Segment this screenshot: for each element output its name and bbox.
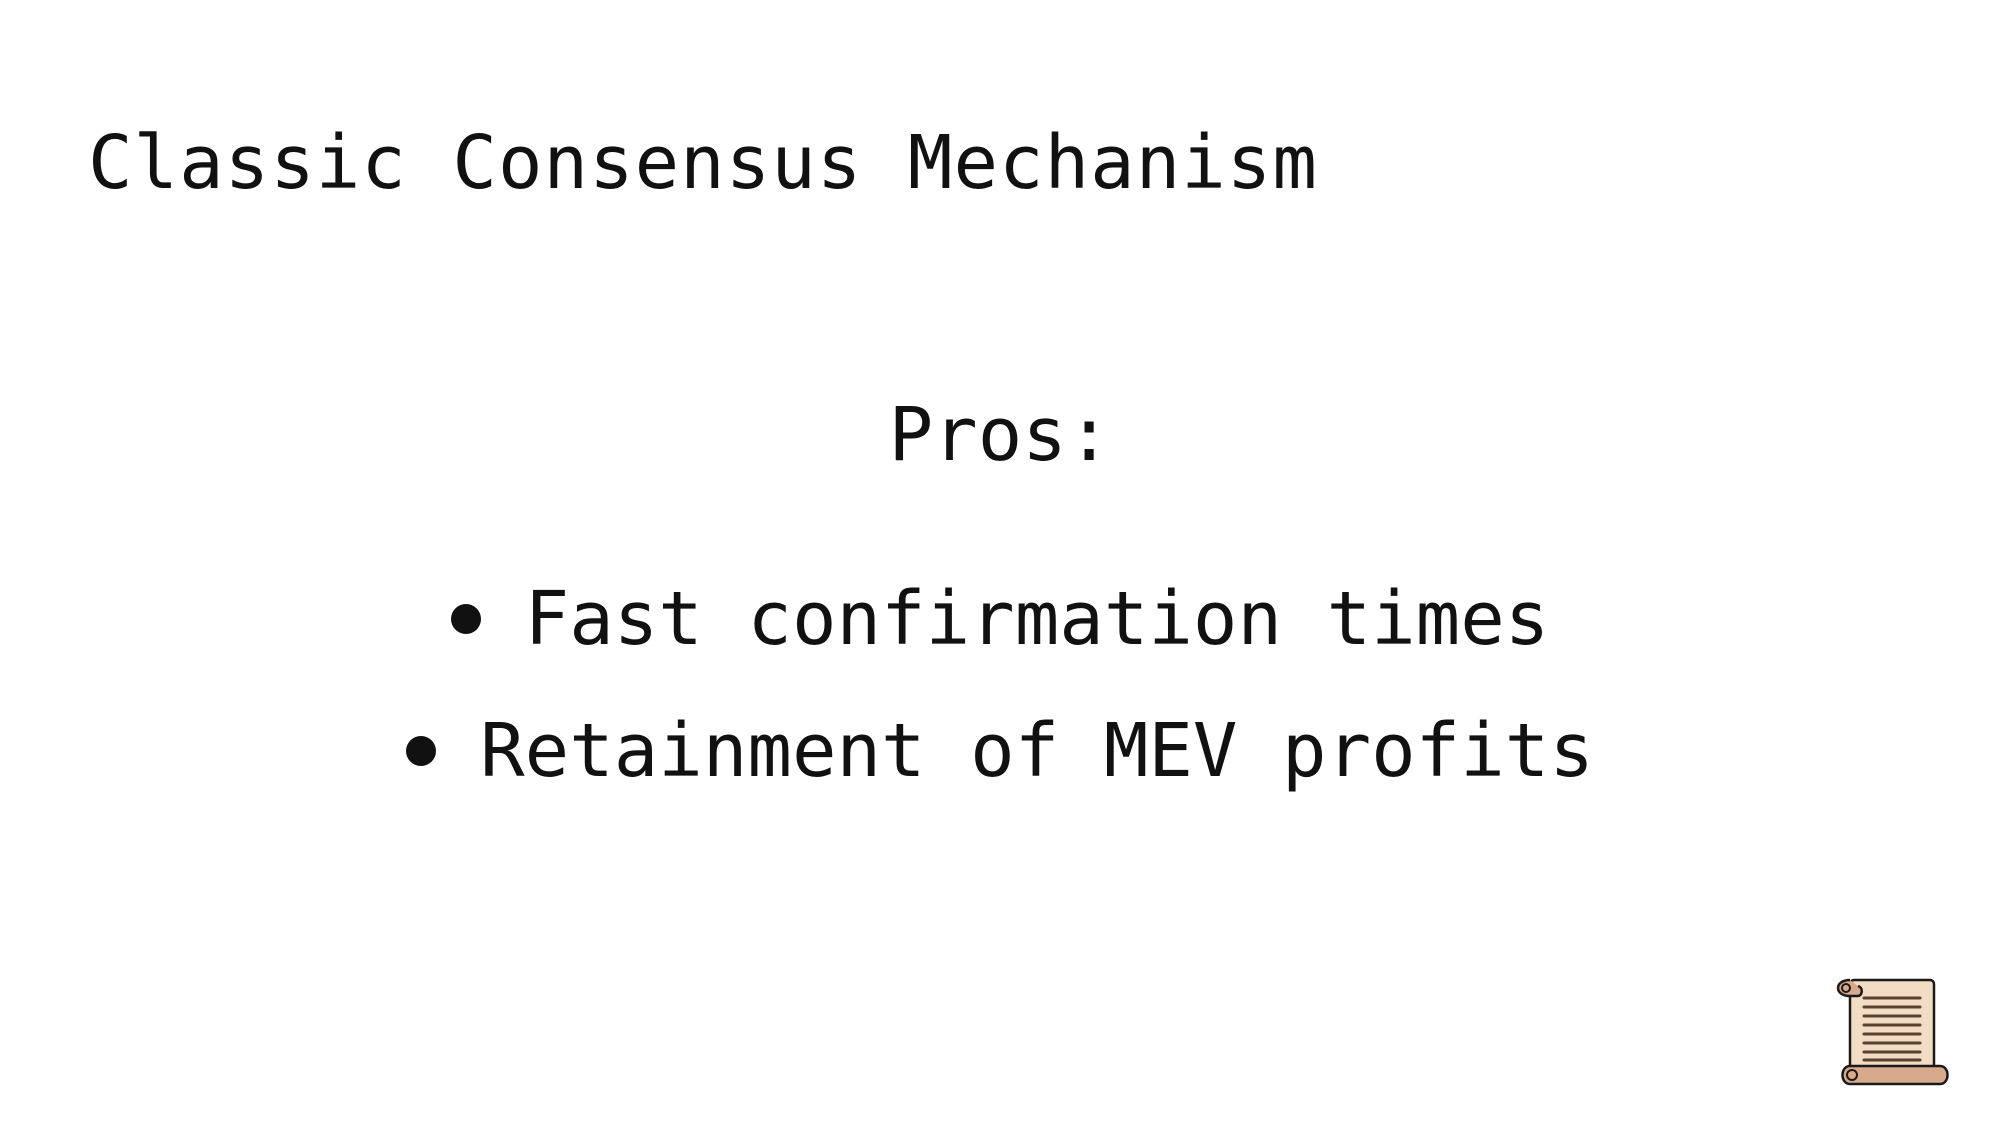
slide: Classic Consensus Mechanism Pros: Fast c… — [0, 0, 2000, 1125]
pros-list: Fast confirmation times Retainment of ME… — [0, 553, 2000, 817]
bullet-dot-icon — [406, 736, 437, 766]
bullet-text: Fast confirmation times — [524, 576, 1550, 662]
slide-title: Classic Consensus Mechanism — [88, 120, 1318, 206]
list-item: Fast confirmation times — [0, 553, 2000, 685]
pros-heading: Pros: — [888, 392, 1112, 478]
bullet-text: Retainment of MEV profits — [480, 708, 1594, 794]
bullet-dot-icon — [450, 604, 481, 634]
scroll-icon — [1836, 978, 1949, 1086]
list-item: Retainment of MEV profits — [0, 685, 2000, 817]
